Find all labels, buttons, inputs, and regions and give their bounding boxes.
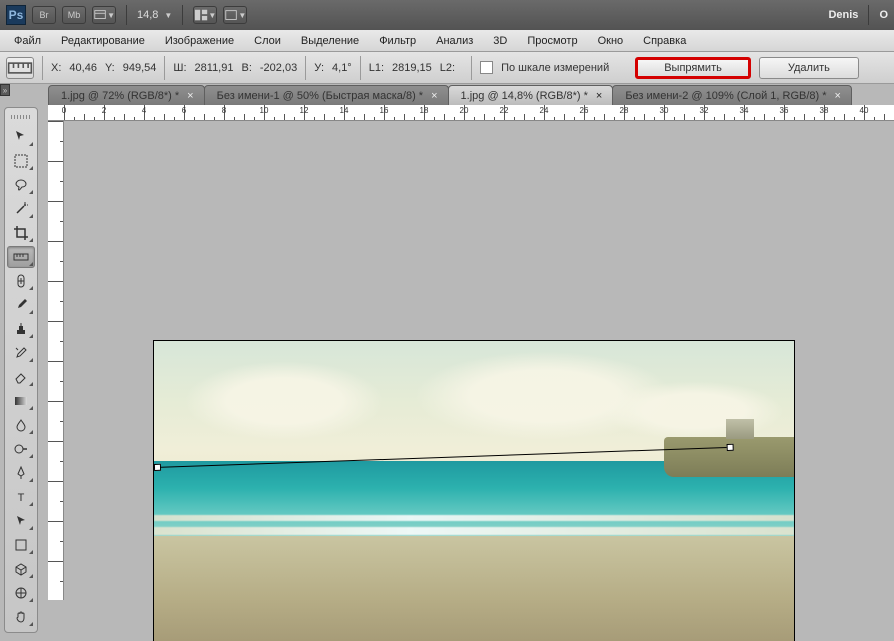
h-label: В: — [241, 62, 251, 74]
bridge-button[interactable]: Br — [32, 6, 56, 24]
menu-3d[interactable]: 3D — [483, 32, 517, 50]
pen-tool[interactable] — [7, 462, 35, 484]
tab-label: Без имени-1 @ 50% (Быстрая маска/8) * — [217, 90, 423, 102]
menu-view[interactable]: Просмотр — [517, 32, 587, 50]
menu-image[interactable]: Изображение — [155, 32, 244, 50]
document-tabs: 1.jpg @ 72% (RGB/8*) * × Без имени-1 @ 50… — [48, 85, 851, 105]
angle-label: У: — [314, 62, 324, 74]
blur-tool[interactable] — [7, 414, 35, 436]
type-tool[interactable]: T — [7, 486, 35, 508]
menu-edit[interactable]: Редактирование — [51, 32, 155, 50]
tools-panel: T — [4, 107, 38, 633]
cs-live-user[interactable]: Denis — [828, 9, 858, 21]
panel-grip[interactable] — [7, 112, 35, 122]
screen-mode-button[interactable]: ▼ — [223, 6, 247, 24]
history-brush-tool[interactable] — [7, 342, 35, 364]
marquee-tool[interactable] — [7, 150, 35, 172]
eraser-tool[interactable] — [7, 366, 35, 388]
vertical-ruler[interactable] — [48, 121, 64, 600]
x-label: X: — [51, 62, 61, 74]
clear-button[interactable]: Удалить — [759, 57, 859, 79]
tab-label: 1.jpg @ 72% (RGB/8*) * — [61, 90, 179, 102]
menu-window[interactable]: Окно — [588, 32, 634, 50]
h-value: -202,03 — [260, 62, 297, 74]
svg-text:T: T — [18, 492, 25, 504]
3d-tool[interactable] — [7, 558, 35, 580]
shape-tool[interactable] — [7, 534, 35, 556]
l2-label: L2: — [440, 62, 455, 74]
menu-file[interactable]: Файл — [4, 32, 51, 50]
hand-tool[interactable] — [7, 606, 35, 628]
w-value: 2811,91 — [195, 62, 234, 74]
zoom-level[interactable]: 14,8 — [137, 9, 158, 21]
angle-value: 4,1° — [332, 62, 352, 74]
menu-filter[interactable]: Фильтр — [369, 32, 426, 50]
document-image — [154, 341, 794, 641]
photoshop-logo: Ps — [6, 5, 26, 25]
document-tab[interactable]: Без имени-1 @ 50% (Быстрая маска/8) * × — [204, 85, 449, 105]
y-label: Y: — [105, 62, 115, 74]
clone-stamp-tool[interactable] — [7, 318, 35, 340]
app-header: Ps Br Mb ▼ 14,8▼ ▼ ▼ Denis O — [0, 0, 894, 30]
document-tab[interactable]: 1.jpg @ 72% (RGB/8*) * × — [48, 85, 205, 105]
view-extras-button[interactable]: ▼ — [92, 6, 116, 24]
document-tab[interactable]: Без имени-2 @ 109% (Слой 1, RGB/8) * × — [612, 85, 852, 105]
header-o: O — [879, 9, 888, 21]
document-tab[interactable]: 1.jpg @ 14,8% (RGB/8*) * × — [448, 85, 614, 105]
y-value: 949,54 — [123, 62, 157, 74]
menu-help[interactable]: Справка — [633, 32, 696, 50]
lasso-tool[interactable] — [7, 174, 35, 196]
horizontal-ruler[interactable]: 0246810121416182022242628303234363840 — [48, 105, 894, 121]
close-icon[interactable]: × — [431, 90, 437, 102]
straighten-button[interactable]: Выпрямить — [635, 57, 751, 79]
menu-bar: Файл Редактирование Изображение Слои Выд… — [0, 30, 894, 52]
gradient-tool[interactable] — [7, 390, 35, 412]
menu-layer[interactable]: Слои — [244, 32, 291, 50]
menu-select[interactable]: Выделение — [291, 32, 369, 50]
collapse-tabs-icon[interactable]: » — [0, 84, 10, 96]
dodge-tool[interactable] — [7, 438, 35, 460]
x-value: 40,46 — [69, 62, 97, 74]
magic-wand-tool[interactable] — [7, 198, 35, 220]
close-icon[interactable]: × — [835, 90, 841, 102]
close-icon[interactable]: × — [187, 90, 193, 102]
canvas-area[interactable] — [64, 121, 894, 600]
close-icon[interactable]: × — [596, 90, 602, 102]
w-label: Ш: — [173, 62, 186, 74]
crop-tool[interactable] — [7, 222, 35, 244]
menu-analysis[interactable]: Анализ — [426, 32, 483, 50]
l1-value: 2819,15 — [392, 62, 432, 74]
arrange-docs-button[interactable]: ▼ — [193, 6, 217, 24]
options-bar: X: 40,46 Y: 949,54 Ш: 2811,91 В: -202,03 У: 4… — [0, 52, 894, 84]
use-measurement-scale-checkbox[interactable] — [480, 61, 493, 74]
brush-tool[interactable] — [7, 294, 35, 316]
ruler-tool-icon[interactable] — [6, 57, 34, 79]
3d-camera-tool[interactable] — [7, 582, 35, 604]
l1-label: L1: — [369, 62, 384, 74]
spot-healing-tool[interactable] — [7, 270, 35, 292]
minibridge-button[interactable]: Mb — [62, 6, 86, 24]
ruler-tool[interactable] — [7, 246, 35, 268]
tab-label: 1.jpg @ 14,8% (RGB/8*) * — [461, 90, 588, 102]
path-selection-tool[interactable] — [7, 510, 35, 532]
tab-label: Без имени-2 @ 109% (Слой 1, RGB/8) * — [625, 90, 826, 102]
use-measurement-scale-label: По шкале измерений — [501, 62, 609, 74]
move-tool[interactable] — [7, 126, 35, 148]
